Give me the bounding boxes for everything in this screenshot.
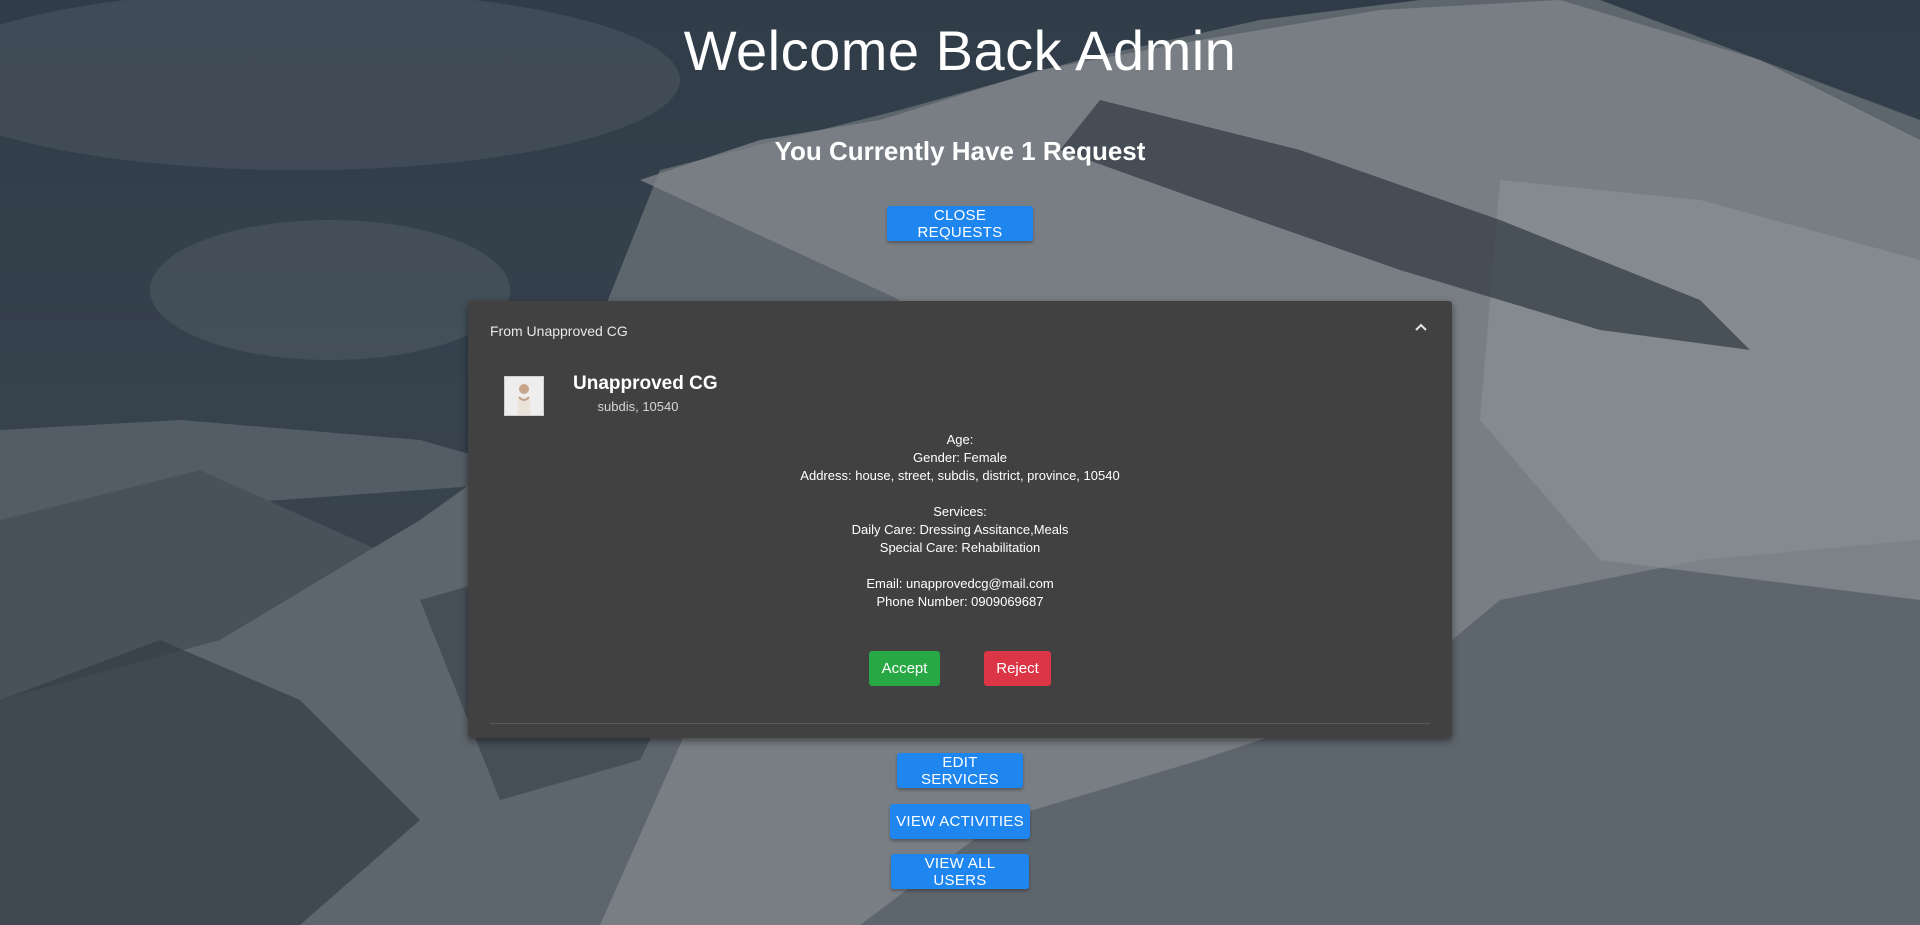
gender-field: Gender: Female bbox=[913, 450, 1007, 465]
services-heading: Services: bbox=[933, 504, 987, 519]
accept-button[interactable]: Accept bbox=[869, 651, 940, 686]
reject-button[interactable]: Reject bbox=[984, 651, 1051, 686]
page-title: Welcome Back Admin bbox=[683, 19, 1237, 82]
address-field: Address: house, street, subdis, district… bbox=[800, 468, 1120, 483]
view-all-users-button[interactable]: VIEW ALL USERS bbox=[891, 854, 1029, 889]
email-field: Email: unapprovedcg@mail.com bbox=[866, 576, 1054, 591]
daily-care-field: Daily Care: Dressing Assitance,Meals bbox=[851, 522, 1069, 537]
view-activities-button[interactable]: VIEW ACTIVITIES bbox=[890, 804, 1030, 839]
admin-dashboard: Welcome Back Admin You Currently Have 1 … bbox=[0, 0, 1920, 925]
request-details: Age: Gender: Female Address: house, stre… bbox=[468, 431, 1452, 611]
panel-divider bbox=[490, 723, 1430, 724]
request-panel: From Unapproved CG Unapproved CG subdis,… bbox=[468, 301, 1452, 738]
avatar bbox=[504, 376, 544, 416]
chevron-up-icon[interactable] bbox=[1412, 319, 1430, 337]
requester-name: Unapproved CG bbox=[573, 373, 718, 394]
request-count-heading: You Currently Have 1 Request bbox=[774, 136, 1146, 166]
special-care-field: Special Care: Rehabilitation bbox=[879, 540, 1041, 555]
edit-services-button[interactable]: EDIT SERVICES bbox=[897, 753, 1023, 788]
close-requests-button[interactable]: CLOSE REQUESTS bbox=[887, 206, 1033, 241]
user-avatar-icon bbox=[505, 377, 543, 415]
request-panel-header[interactable]: From Unapproved CG bbox=[490, 323, 628, 339]
requester-location: subdis, 10540 bbox=[597, 399, 679, 414]
phone-field: Phone Number: 0909069687 bbox=[876, 594, 1044, 609]
age-field: Age: bbox=[946, 432, 974, 447]
